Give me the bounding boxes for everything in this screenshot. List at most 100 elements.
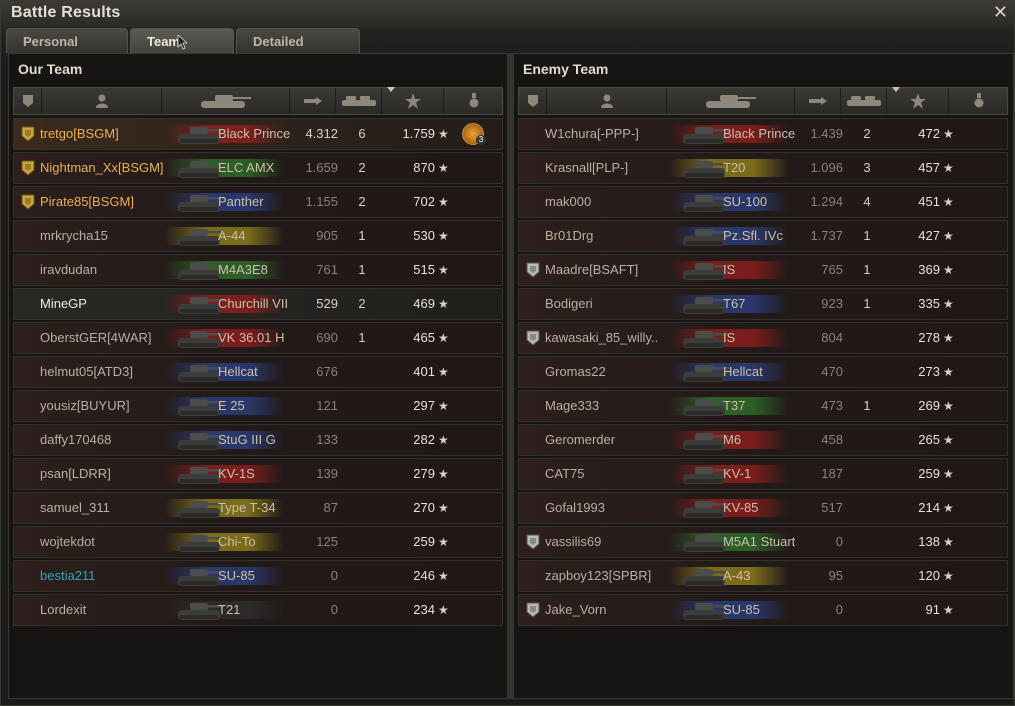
player-row[interactable]: MineGP Churchill VII 529 2 469 ★ — [13, 288, 503, 320]
close-icon[interactable]: ✕ — [993, 2, 1008, 23]
player-name[interactable]: Jake_Vorn — [545, 595, 693, 625]
player-name[interactable]: zapboy123[SPBR] — [545, 561, 693, 591]
player-row[interactable]: mrkrycha15 A-44 905 1 530 ★ — [13, 220, 503, 252]
medal-column-icon[interactable] — [14, 88, 42, 114]
player-row[interactable]: Pirate85[BSGM] Panther 1.155 2 702 ★ — [13, 186, 503, 218]
achievements-column-icon[interactable] — [444, 88, 504, 114]
player-name[interactable]: Bodigeri — [545, 289, 693, 319]
player-row[interactable]: helmut05[ATD3] Hellcat 676 401 ★ — [13, 356, 503, 388]
player-name[interactable]: Nightman_Xx[BSGM] — [40, 153, 188, 183]
player-row[interactable]: Geromerder M6 458 265 ★ — [518, 424, 1008, 456]
kills-value — [859, 493, 875, 523]
player-name[interactable]: psan[LDRR] — [40, 459, 188, 489]
player-row[interactable]: mak000 SU-100 1.294 4 451 ★ — [518, 186, 1008, 218]
vehicle-column-icon[interactable] — [162, 88, 290, 114]
player-row[interactable]: Br01Drg Pz.Sfl. IVc 1.737 1 427 ★ — [518, 220, 1008, 252]
player-name[interactable]: iravdudan — [40, 255, 188, 285]
player-row[interactable]: daffy170468 StuG III G 133 282 ★ — [13, 424, 503, 456]
player-name[interactable]: Geromerder — [545, 425, 693, 455]
player-name[interactable]: Gofal1993 — [545, 493, 693, 523]
medal-cell — [18, 391, 38, 421]
silver-medal-icon — [526, 330, 540, 346]
player-row[interactable]: Jake_Vorn SU-85 0 91 ★ — [518, 594, 1008, 626]
player-name[interactable]: vassilis69 — [545, 527, 693, 557]
player-name[interactable]: Maadre[BSAFT] — [545, 255, 693, 285]
player-name[interactable]: Pirate85[BSGM] — [40, 187, 188, 217]
xp-value: 269 — [918, 398, 940, 413]
player-row[interactable]: Gofal1993 KV-85 517 214 ★ — [518, 492, 1008, 524]
gold-medal-icon — [21, 160, 35, 176]
player-name[interactable]: CAT75 — [545, 459, 693, 489]
kills-column-icon[interactable] — [841, 88, 887, 114]
kills-value — [354, 595, 370, 625]
player-row[interactable]: yousiz[BUYUR] E 25 121 297 ★ — [13, 390, 503, 422]
damage-column-icon[interactable] — [795, 88, 841, 114]
player-name[interactable]: Krasnall[PLP-] — [545, 153, 693, 183]
player-name[interactable]: samuel_311 — [40, 493, 188, 523]
player-row[interactable]: tretgo[BSGM] Black Prince 4.312 6 1.759 ★ 3 — [13, 118, 503, 150]
player-row[interactable]: CAT75 KV-1 187 259 ★ — [518, 458, 1008, 490]
medal-column-icon[interactable] — [519, 88, 547, 114]
medal-cell — [18, 221, 38, 251]
damage-column-icon[interactable] — [290, 88, 336, 114]
kills-value: 2 — [358, 160, 366, 175]
player-name[interactable]: mrkrycha15 — [40, 221, 188, 251]
player-row[interactable]: Krasnall[PLP-] T20 1.096 3 457 ★ — [518, 152, 1008, 184]
kills-column-icon[interactable] — [336, 88, 382, 114]
medal-cell — [523, 425, 543, 455]
achievement-cell[interactable]: 3 — [458, 119, 488, 149]
player-row[interactable]: kawasaki_85_willy.. IS 804 278 ★ — [518, 322, 1008, 354]
xp-value: 265 — [918, 432, 940, 447]
player-row[interactable]: Lordexit T21 0 234 ★ — [13, 594, 503, 626]
xp-star-icon: ★ — [438, 229, 449, 243]
player-column-icon[interactable] — [547, 88, 667, 114]
medal-cell — [523, 119, 543, 149]
player-name[interactable]: helmut05[ATD3] — [40, 357, 188, 387]
damage-value: 139 — [316, 466, 338, 481]
player-row[interactable]: Mage333 T37 473 1 269 ★ — [518, 390, 1008, 422]
kills-value — [354, 459, 370, 489]
tab-detailed-report[interactable]: Detailed Report — [236, 28, 360, 74]
player-name[interactable]: tretgo[BSGM] — [40, 119, 188, 149]
title-bar: Battle Results ✕ — [1, 1, 1014, 27]
xp-value: 214 — [918, 500, 940, 515]
player-row[interactable]: iravdudan M4A3E8 761 1 515 ★ — [13, 254, 503, 286]
player-name[interactable]: Br01Drg — [545, 221, 693, 251]
player-name[interactable]: W1chura[-PPP-] — [545, 119, 693, 149]
kills-value — [859, 323, 875, 353]
vehicle-column-icon[interactable] — [667, 88, 795, 114]
tab-personal-score[interactable]: Personal Score — [6, 28, 128, 74]
player-name[interactable]: Gromas22 — [545, 357, 693, 387]
player-row[interactable]: Bodigeri T67 923 1 335 ★ — [518, 288, 1008, 320]
player-name[interactable]: wojtekdot — [40, 527, 188, 557]
kills-value: 3 — [863, 160, 871, 175]
kills-value: 6 — [358, 126, 366, 141]
player-row[interactable]: Maadre[BSAFT] IS 765 1 369 ★ — [518, 254, 1008, 286]
player-column-icon[interactable] — [42, 88, 162, 114]
kills-value: 1 — [863, 296, 871, 311]
player-name[interactable]: OberstGER[4WAR] — [40, 323, 188, 353]
player-row[interactable]: wojtekdot Chi-To 125 259 ★ — [13, 526, 503, 558]
player-row[interactable]: Gromas22 Hellcat 470 273 ★ — [518, 356, 1008, 388]
player-name[interactable]: Lordexit — [40, 595, 188, 625]
player-row[interactable]: vassilis69 M5A1 Stuart 0 138 ★ — [518, 526, 1008, 558]
xp-star-icon: ★ — [438, 501, 449, 515]
player-name[interactable]: bestia211 — [40, 561, 188, 591]
battle-results-window: Battle Results ✕ Personal Score Team Sco… — [0, 0, 1015, 706]
enemy-team-panel: Enemy Team W1chura[-PPP-] Black Prince 1.4… — [513, 53, 1014, 699]
player-row[interactable]: W1chura[-PPP-] Black Prince 1.439 2 472 ★ — [518, 118, 1008, 150]
player-row[interactable]: Nightman_Xx[BSGM] ELC AMX 1.659 2 870 ★ — [13, 152, 503, 184]
player-name[interactable]: kawasaki_85_willy.. — [545, 323, 693, 353]
player-name[interactable]: MineGP — [40, 289, 188, 319]
player-row[interactable]: OberstGER[4WAR] VK 36.01 H 690 1 465 ★ — [13, 322, 503, 354]
player-name[interactable]: yousiz[BUYUR] — [40, 391, 188, 421]
player-name[interactable]: mak000 — [545, 187, 693, 217]
player-name[interactable]: Mage333 — [545, 391, 693, 421]
player-row[interactable]: zapboy123[SPBR] A-43 95 120 ★ — [518, 560, 1008, 592]
player-row[interactable]: psan[LDRR] KV-1S 139 279 ★ — [13, 458, 503, 490]
medal-cell — [18, 493, 38, 523]
player-row[interactable]: bestia211 SU-85 0 246 ★ — [13, 560, 503, 592]
achievements-column-icon[interactable] — [949, 88, 1009, 114]
player-name[interactable]: daffy170468 — [40, 425, 188, 455]
player-row[interactable]: samuel_311 Type T-34 87 270 ★ — [13, 492, 503, 524]
